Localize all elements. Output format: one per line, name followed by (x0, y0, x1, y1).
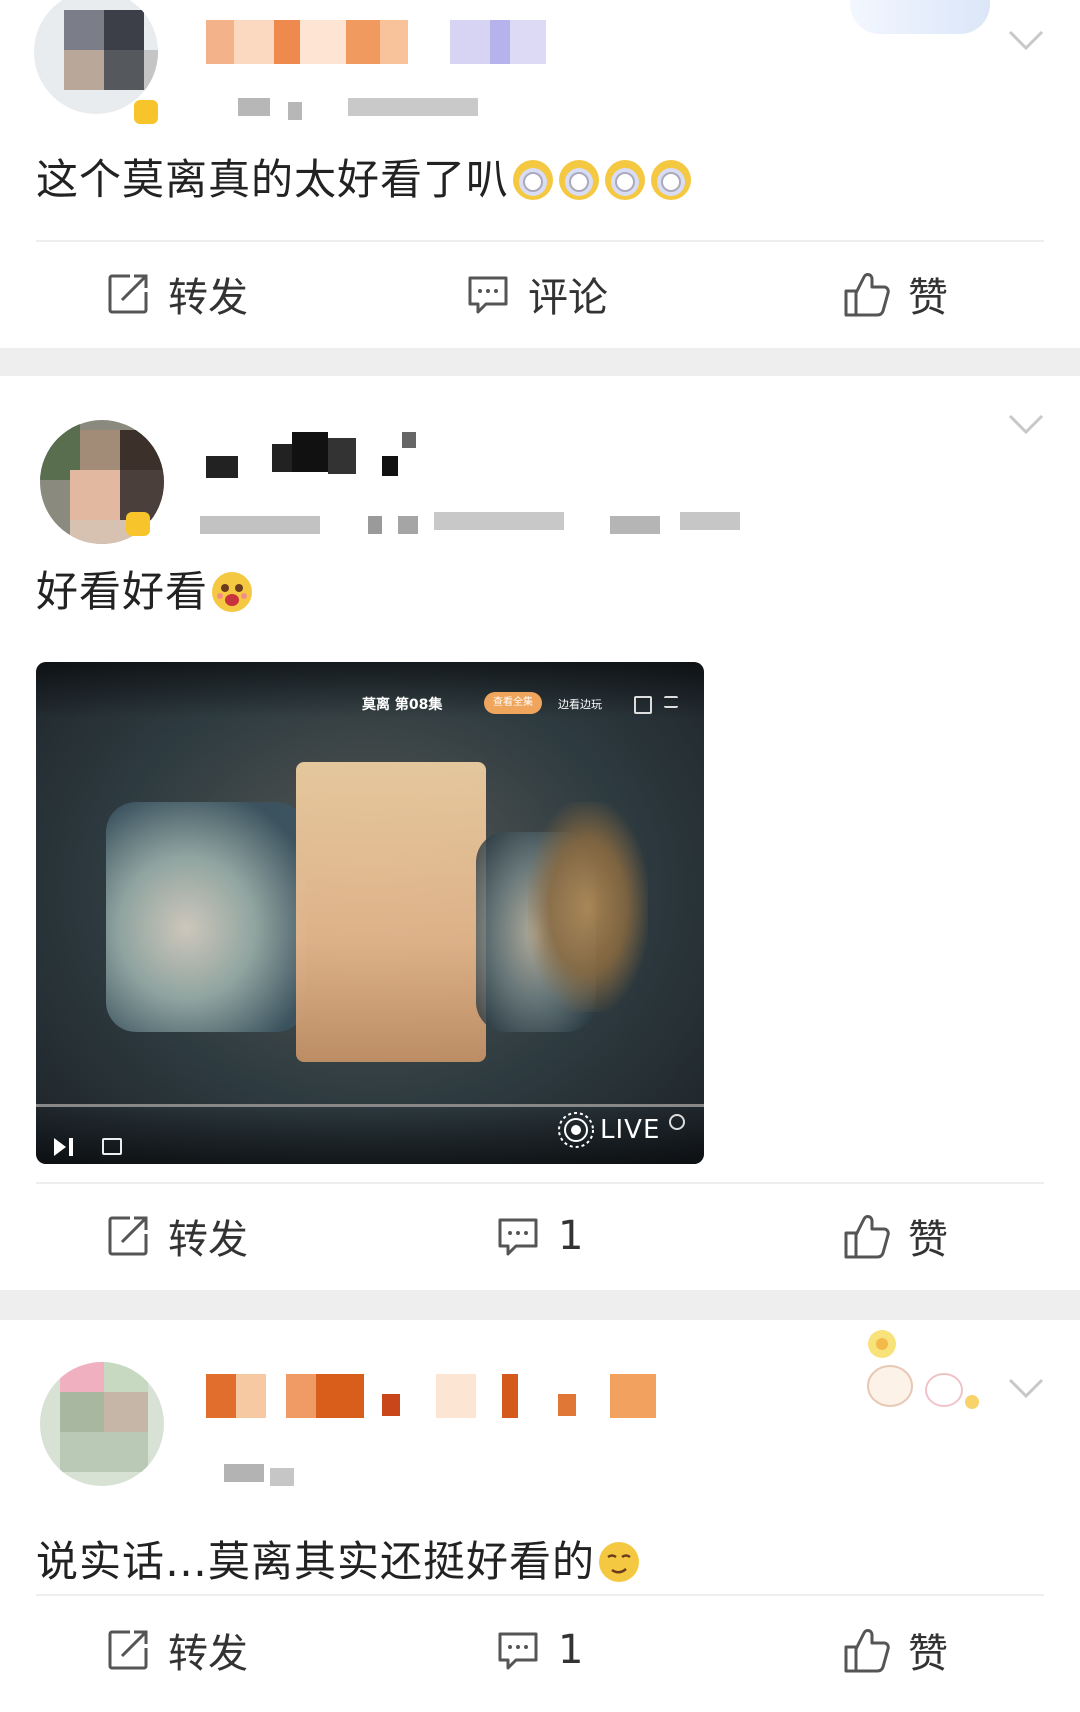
divider (36, 1594, 1044, 1596)
like-label: 赞 (908, 1631, 948, 1677)
like-label: 赞 (908, 1217, 948, 1263)
thumbs-up-icon (844, 273, 890, 317)
repost-button[interactable]: 转发 (106, 1196, 248, 1276)
post-meta-redacted (200, 512, 760, 542)
post-text: 这个莫离真的太好看了叭 (36, 154, 695, 214)
post-text: 好看好看 (36, 566, 254, 626)
like-button[interactable]: 赞 (842, 254, 948, 334)
post-meta-redacted (224, 1458, 314, 1488)
pip-icon (102, 1138, 122, 1155)
comment-count: 1 (558, 1213, 584, 1259)
share-icon (108, 1630, 148, 1670)
comment-count: 1 (558, 1627, 584, 1673)
action-bar: 转发 评论 赞 (0, 254, 1080, 334)
action-bar: 转发 1 赞 (0, 1196, 1080, 1276)
comment-label: 评论 (528, 275, 608, 321)
share-icon (108, 274, 148, 314)
bunny-flower-sticker (867, 1330, 979, 1409)
like-label: 赞 (908, 275, 948, 321)
video-thumbnail[interactable]: 莫离 第08集 查看全集 边看边玩 LIVE (36, 662, 704, 1164)
post-3: 说实话…莫离其实还挺好看的 转发 1 赞 (0, 1320, 1080, 1712)
divider (36, 1182, 1044, 1184)
thumbs-up-icon (844, 1215, 890, 1259)
comment-icon (468, 276, 508, 314)
avatar[interactable] (34, 0, 158, 114)
post-separator (0, 1290, 1080, 1320)
play-pause-icon (54, 1138, 73, 1156)
chevron-down-icon[interactable] (1006, 20, 1046, 60)
like-button[interactable]: 赞 (842, 1610, 948, 1690)
video-progress-bar (36, 1104, 704, 1107)
smirk-face-emoji (597, 1540, 641, 1596)
repost-label: 转发 (168, 1217, 248, 1263)
menu-icon (664, 696, 678, 708)
repost-label: 转发 (168, 275, 248, 321)
divider (36, 240, 1044, 242)
comment-button[interactable]: 评论 (466, 254, 608, 334)
comment-button[interactable]: 1 (496, 1610, 583, 1690)
repost-label: 转发 (168, 1631, 248, 1677)
post-separator (0, 348, 1080, 376)
card-decoration-sticker (850, 0, 990, 34)
like-button[interactable]: 赞 (842, 1196, 948, 1276)
post-meta-redacted (238, 98, 488, 128)
chevron-down-icon[interactable] (1006, 1368, 1046, 1408)
excited-face-emoji (210, 570, 254, 626)
username-redacted[interactable] (206, 432, 416, 482)
post-1: 这个莫离真的太好看了叭 转发 评论 赞 (0, 0, 1080, 348)
video-title: 莫离 第08集 (362, 697, 443, 713)
share-icon (108, 1216, 148, 1256)
username-redacted[interactable] (206, 1374, 666, 1424)
verified-badge (134, 100, 158, 124)
side-play-label: 边看边玩 (558, 698, 602, 711)
view-all-episodes-pill: 查看全集 (484, 692, 542, 714)
live-indicator: LIVE (556, 1110, 660, 1150)
chevron-down-icon[interactable] (1006, 404, 1046, 444)
post-2: 好看好看 莫离 第08集 查看全集 边看边玩 LIVE 转发 1 赞 (0, 376, 1080, 1290)
live-icon (558, 1112, 594, 1148)
comment-icon (498, 1632, 538, 1670)
settings-icon (669, 1114, 685, 1130)
repost-button[interactable]: 转发 (106, 254, 248, 334)
thumbs-up-icon (844, 1629, 890, 1673)
dizzy-face-emoji (511, 158, 695, 214)
action-bar: 转发 1 赞 (0, 1610, 1080, 1690)
avatar[interactable] (40, 1362, 164, 1486)
post-text: 说实话…莫离其实还挺好看的 (36, 1536, 641, 1596)
repost-button[interactable]: 转发 (106, 1610, 248, 1690)
comment-button[interactable]: 1 (496, 1196, 583, 1276)
username-redacted[interactable] (206, 20, 546, 70)
share-icon (634, 696, 652, 714)
comment-icon (498, 1218, 538, 1256)
verified-badge (126, 512, 150, 536)
